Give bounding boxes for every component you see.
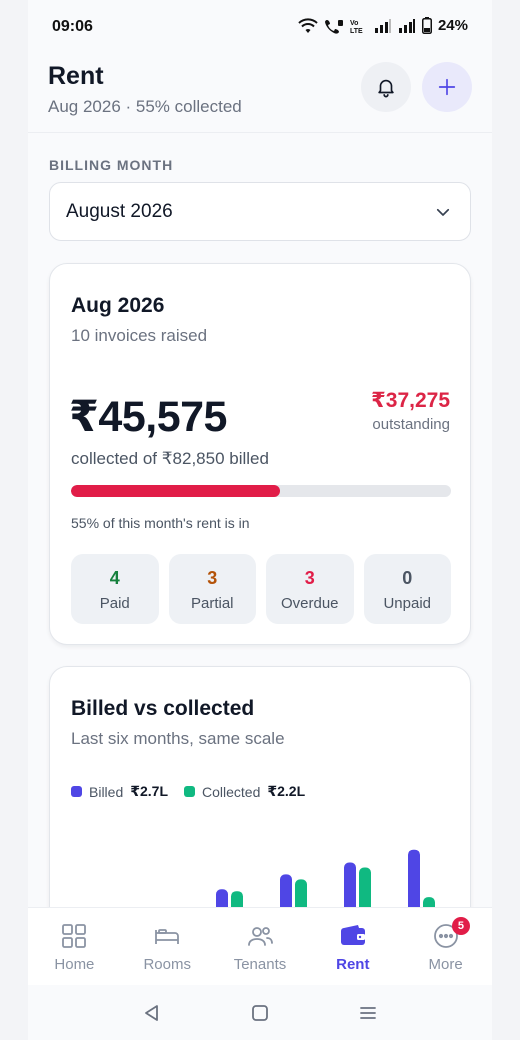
nav-label: Tenants (233, 956, 287, 973)
back-icon[interactable] (142, 1003, 162, 1023)
battery-icon (421, 17, 432, 34)
stat-label: Partial (190, 595, 234, 612)
users-icon (248, 927, 273, 946)
home-square-icon[interactable] (250, 1003, 270, 1023)
stat-label: Overdue (280, 595, 339, 612)
collected-of-billed: collected of ₹82,850 billed (71, 449, 269, 468)
legend-name: Collected (202, 783, 261, 800)
nav-home[interactable]: Home (28, 908, 121, 985)
signal-icon-2 (398, 18, 415, 33)
status-bar: 09:06 Vo LTE 24% (28, 0, 492, 56)
add-button[interactable] (422, 62, 472, 112)
rent-summary-card: Aug 2026 10 invoices raised ₹45,575 ₹37,… (49, 263, 471, 645)
billing-month-label: BILLING MONTH (49, 157, 174, 173)
stat-overdue[interactable]: 3 Overdue (266, 554, 354, 624)
status-counts: 4 Paid 3 Partial 3 Overdue 0 Unpaid (71, 554, 451, 624)
stat-unpaid[interactable]: 0 Unpaid (363, 554, 451, 624)
page-title: Rent (48, 62, 104, 90)
collection-progress-bar (71, 485, 451, 497)
home-grid-icon (62, 924, 87, 948)
legend-swatch (71, 786, 82, 797)
nav-label: Rooms (143, 956, 191, 973)
page-header: Rent Aug 2026 · 55% collected (48, 62, 242, 117)
nav-tenants[interactable]: Tenants (214, 908, 307, 985)
collection-progress-fill (71, 485, 280, 497)
signal-icon (374, 18, 391, 33)
stat-label: Paid (99, 595, 130, 612)
system-navigation-bar (28, 985, 492, 1040)
legend-collected: Collected ₹2.2L (184, 783, 305, 800)
billing-month-value: August 2026 (66, 200, 173, 222)
nav-more[interactable]: 5 More (399, 908, 492, 985)
call-icon (324, 19, 343, 34)
nav-label: Home (54, 956, 95, 973)
chart-legend: Billed ₹2.7L Collected ₹2.2L (71, 783, 321, 800)
bell-icon (378, 79, 394, 98)
legend-name: Billed (89, 783, 124, 800)
page-subtitle: Aug 2026 · 55% collected (48, 97, 242, 116)
svg-text:Vo: Vo (350, 20, 358, 27)
chart-title: Billed vs collected (71, 697, 255, 720)
status-time: 09:06 (52, 18, 93, 35)
outstanding-label: outstanding (372, 416, 450, 433)
recents-menu-icon[interactable] (358, 1003, 378, 1023)
nav-rooms[interactable]: Rooms (121, 908, 214, 985)
bed-icon (155, 929, 180, 944)
legend-billed: Billed ₹2.7L (71, 783, 168, 800)
stat-count: 4 (109, 568, 120, 588)
nav-rent[interactable]: Rent (306, 908, 399, 985)
plus-icon (438, 78, 456, 96)
bar-billed-m6[interactable] (408, 849, 420, 915)
stat-label: Unpaid (383, 595, 432, 612)
legend-value: ₹2.7L (130, 783, 169, 799)
notifications-button[interactable] (361, 62, 411, 112)
bottom-navigation: Home Rooms Tenants Rent 5 More (28, 907, 492, 985)
battery-level: 24% (437, 17, 468, 34)
wifi-icon (298, 17, 318, 33)
stat-partial[interactable]: 3 Partial (168, 554, 256, 624)
nav-label: More (428, 956, 463, 973)
header-divider (28, 132, 492, 133)
chevron-down-icon (436, 208, 450, 216)
collected-amount: ₹45,575 (69, 393, 227, 441)
stat-count: 3 (207, 568, 218, 588)
progress-note: 55% of this month's rent is in (71, 515, 250, 531)
svg-text:LTE: LTE (350, 28, 363, 34)
nav-label: Rent (336, 956, 370, 973)
stat-count: 0 (402, 568, 413, 588)
app-screen: 09:06 Vo LTE 24% Rent Aug 2026 · 55% coll… (28, 0, 492, 1040)
stat-count: 3 (304, 568, 315, 588)
chart-subtitle: Last six months, same scale (71, 729, 285, 748)
notification-badge: 5 (451, 917, 470, 935)
outstanding-amount: ₹37,275 (371, 389, 450, 412)
summary-title: Aug 2026 (71, 294, 165, 317)
billing-month-select[interactable]: August 2026 (49, 182, 471, 241)
wallet-icon (340, 925, 365, 945)
legend-value: ₹2.2L (267, 783, 306, 799)
legend-swatch (184, 786, 196, 797)
stat-paid[interactable]: 4 Paid (71, 554, 159, 624)
volte-icon: VoLTE (350, 20, 363, 34)
status-icons: Vo LTE 24% (298, 17, 468, 34)
invoices-count: 10 invoices raised (71, 326, 208, 345)
